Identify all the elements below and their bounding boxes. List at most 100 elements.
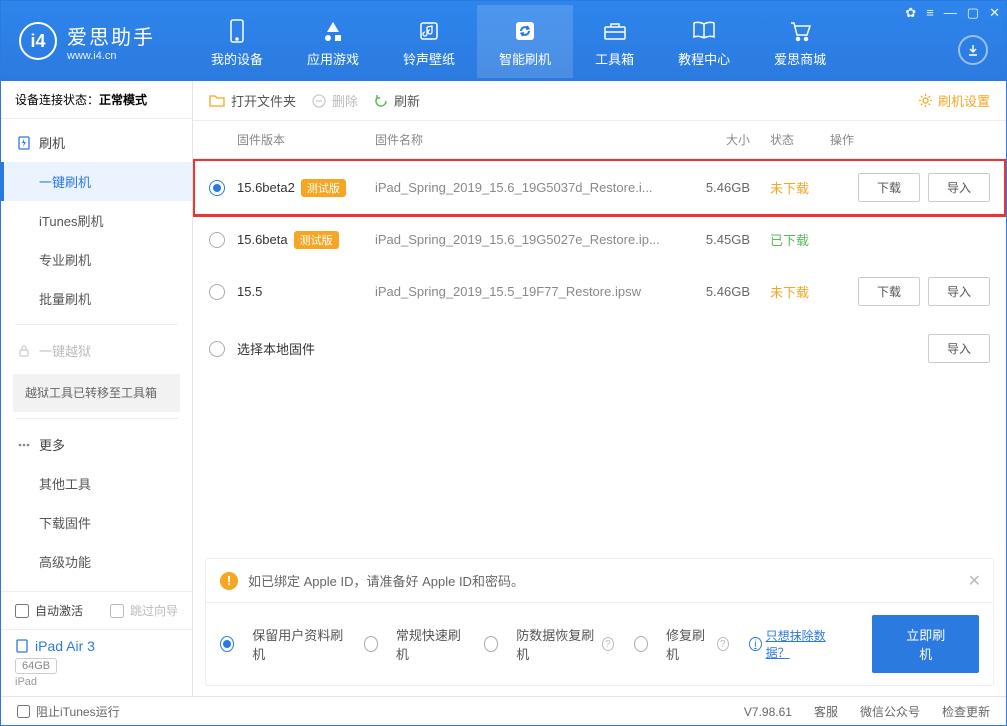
- firmware-size: 5.46GB: [670, 284, 750, 299]
- download-button[interactable]: 下载: [858, 277, 920, 306]
- sidebar: 设备连接状态：正常模式 刷机 一键刷机 iTunes刷机 专业刷机 批量刷机 一…: [1, 81, 193, 696]
- firmware-row[interactable]: 15.6beta测试版 iPad_Spring_2019_15.6_19G502…: [193, 216, 1006, 263]
- cart-icon: [788, 19, 812, 43]
- sidebar-other-tools[interactable]: 其他工具: [1, 464, 192, 503]
- check-update-link[interactable]: 检查更新: [942, 703, 990, 720]
- sidebar-itunes-flash[interactable]: iTunes刷机: [1, 201, 192, 240]
- info-icon: i: [749, 637, 762, 651]
- tablet-icon: [15, 639, 29, 653]
- skin-icon[interactable]: ✿: [905, 5, 916, 21]
- col-ops: 操作: [830, 131, 990, 148]
- beta-tag: 测试版: [294, 231, 339, 249]
- import-button[interactable]: 导入: [928, 334, 990, 363]
- opt-anti-recovery[interactable]: 防数据恢复刷机?: [484, 625, 614, 663]
- nav-tutorials[interactable]: 教程中心: [656, 5, 752, 78]
- nav-apps[interactable]: 应用游戏: [285, 5, 381, 78]
- warning-icon: !: [220, 572, 238, 590]
- firmware-row[interactable]: 15.5 iPad_Spring_2019_15.5_19F77_Restore…: [193, 263, 1006, 320]
- firmware-row[interactable]: 15.6beta2测试版 iPad_Spring_2019_15.6_19G50…: [193, 159, 1006, 216]
- reload-icon: [374, 94, 388, 108]
- table-header: 固件版本 固件名称 大小 状态 操作: [193, 121, 1006, 159]
- music-icon: [417, 19, 441, 43]
- download-button[interactable]: 下载: [858, 173, 920, 202]
- row-radio[interactable]: [209, 341, 225, 357]
- col-name: 固件名称: [375, 131, 670, 148]
- row-radio[interactable]: [209, 180, 225, 196]
- support-link[interactable]: 客服: [814, 703, 838, 720]
- device-status: 设备连接状态：正常模式: [1, 81, 192, 119]
- sidebar-jailbreak: 一键越狱: [1, 331, 192, 370]
- col-status: 状态: [750, 131, 830, 148]
- nav-flash[interactable]: 智能刷机: [477, 5, 573, 78]
- sidebar-flash[interactable]: 刷机: [1, 123, 192, 162]
- logo-icon: i4: [19, 22, 57, 60]
- close-notice-button[interactable]: ✕: [968, 571, 981, 591]
- row-radio[interactable]: [209, 284, 225, 300]
- import-button[interactable]: 导入: [928, 277, 990, 306]
- row-radio[interactable]: [209, 232, 225, 248]
- col-version: 固件版本: [237, 131, 375, 148]
- refresh-button[interactable]: 刷新: [374, 91, 420, 110]
- skip-guide-checkbox[interactable]: [110, 604, 124, 618]
- col-size: 大小: [670, 131, 750, 148]
- app-header: i4 爱思助手 www.i4.cn 我的设备 应用游戏 铃声壁纸 智能刷机 工具…: [1, 1, 1006, 81]
- window-controls: ✿ ≡ — ▢ ✕: [905, 5, 1000, 21]
- opt-keep-data[interactable]: 保留用户资料刷机: [220, 625, 344, 663]
- device-info: iPad Air 3 64GB iPad: [1, 629, 192, 696]
- flash-icon: [17, 136, 31, 150]
- app-title: 爱思助手: [67, 21, 155, 50]
- help-icon[interactable]: ?: [602, 637, 614, 651]
- import-button[interactable]: 导入: [928, 173, 990, 202]
- firmware-size: 5.45GB: [670, 232, 750, 247]
- firmware-status: 已下载: [750, 230, 830, 249]
- firmware-size: 5.46GB: [670, 180, 750, 195]
- opt-normal[interactable]: 常规快速刷机: [364, 625, 464, 663]
- help-icon[interactable]: ?: [717, 637, 729, 651]
- sidebar-advanced[interactable]: 高级功能: [1, 542, 192, 581]
- gear-icon: [918, 93, 933, 108]
- device-icon: [225, 19, 249, 43]
- minimize-icon[interactable]: —: [944, 5, 957, 21]
- nav-my-device[interactable]: 我的设备: [189, 5, 285, 78]
- nav-ringtones[interactable]: 铃声壁纸: [381, 5, 477, 78]
- version-label: V7.98.61: [744, 705, 792, 719]
- book-icon: [692, 19, 716, 43]
- main-nav: 我的设备 应用游戏 铃声壁纸 智能刷机 工具箱 教程中心 爱思商城: [189, 5, 996, 78]
- flash-settings-button[interactable]: 刷机设置: [918, 91, 990, 110]
- auto-activate-row: 自动激活 跳过向导: [1, 592, 192, 629]
- refresh-icon: [513, 19, 537, 43]
- menu-icon[interactable]: ≡: [926, 5, 934, 21]
- sidebar-batch-flash[interactable]: 批量刷机: [1, 279, 192, 318]
- opt-repair[interactable]: 修复刷机?: [634, 625, 729, 663]
- auto-activate-checkbox[interactable]: [15, 604, 29, 618]
- sidebar-oneclick-flash[interactable]: 一键刷机: [1, 162, 192, 201]
- sidebar-download-fw[interactable]: 下载固件: [1, 503, 192, 542]
- toolbar: 打开文件夹 删除 刷新 刷机设置: [193, 81, 1006, 121]
- firmware-name: iPad_Spring_2019_15.5_19F77_Restore.ipsw: [375, 284, 670, 299]
- open-folder-button[interactable]: 打开文件夹: [209, 91, 296, 110]
- beta-tag: 测试版: [301, 179, 346, 197]
- sidebar-more[interactable]: 更多: [1, 425, 192, 464]
- device-type: iPad: [15, 676, 178, 688]
- local-firmware-row[interactable]: 选择本地固件 导入: [193, 320, 1006, 377]
- maximize-icon[interactable]: ▢: [967, 5, 979, 21]
- wechat-link[interactable]: 微信公众号: [860, 703, 920, 720]
- nav-toolbox[interactable]: 工具箱: [573, 5, 656, 78]
- erase-link[interactable]: i只想抹除数据？: [749, 627, 840, 661]
- download-indicator-icon[interactable]: [958, 35, 988, 65]
- logo: i4 爱思助手 www.i4.cn: [19, 21, 189, 62]
- block-itunes-checkbox[interactable]: [17, 705, 30, 718]
- firmware-name: iPad_Spring_2019_15.6_19G5037d_Restore.i…: [375, 180, 670, 195]
- notice-bar: ! 如已绑定 Apple ID，请准备好 Apple ID和密码。 ✕ 保留用户…: [205, 558, 994, 686]
- delete-button[interactable]: 删除: [312, 91, 358, 110]
- nav-store[interactable]: 爱思商城: [752, 5, 848, 78]
- firmware-status: 未下载: [750, 178, 830, 197]
- device-name[interactable]: iPad Air 3: [15, 638, 178, 654]
- firmware-name: iPad_Spring_2019_15.6_19G5027e_Restore.i…: [375, 232, 670, 247]
- apps-icon: [321, 19, 345, 43]
- sidebar-pro-flash[interactable]: 专业刷机: [1, 240, 192, 279]
- close-icon[interactable]: ✕: [989, 5, 1000, 21]
- app-subtitle: www.i4.cn: [67, 50, 155, 62]
- flash-now-button[interactable]: 立即刷机: [872, 615, 979, 673]
- folder-icon: [209, 94, 225, 108]
